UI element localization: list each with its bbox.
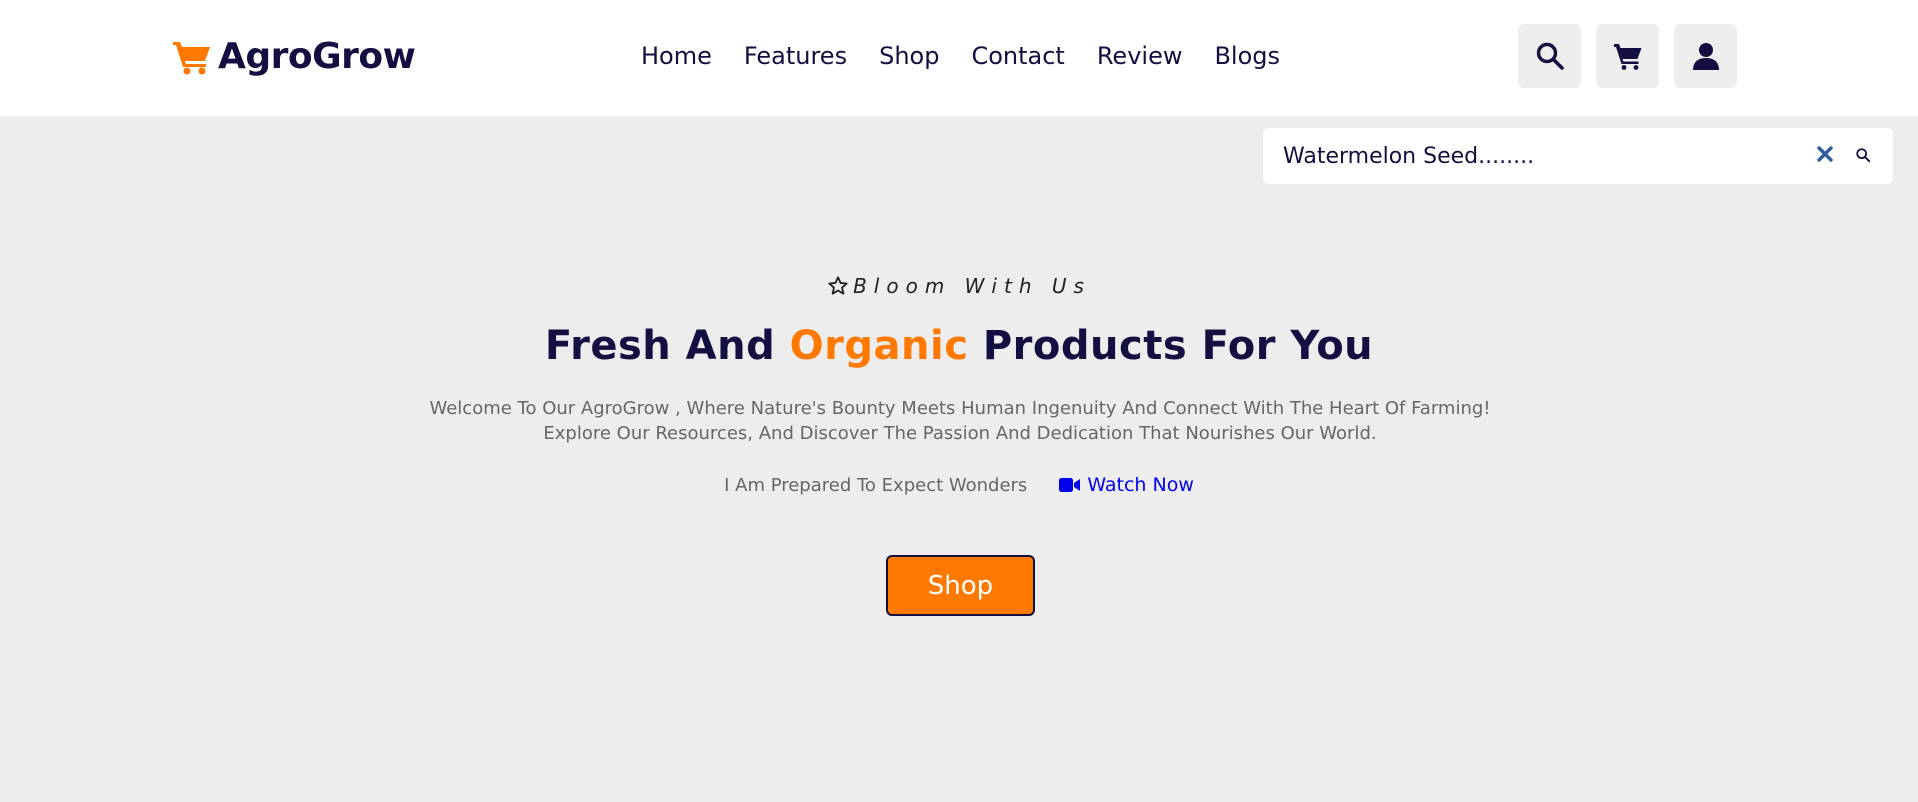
- clear-search-icon[interactable]: [1815, 144, 1839, 168]
- search-icon: [1536, 42, 1564, 70]
- search-input[interactable]: [1283, 143, 1815, 169]
- search-button[interactable]: [1518, 24, 1581, 88]
- shop-button[interactable]: Shop: [886, 555, 1035, 616]
- hero-description: Welcome To Our AgroGrow , Where Nature's…: [429, 398, 1491, 444]
- cta-row: I Am Prepared To Expect Wonders Watch No…: [0, 474, 1918, 496]
- headline-text-post: Products For You: [968, 323, 1374, 369]
- brand-name: AgroGrow: [218, 36, 416, 77]
- header-icons: [1518, 24, 1737, 88]
- headline-accent: Organic: [789, 323, 969, 369]
- brand-logo[interactable]: AgroGrow: [172, 36, 416, 77]
- watch-now-link[interactable]: Watch Now: [1059, 474, 1194, 496]
- search-submit-icon[interactable]: [1855, 147, 1873, 165]
- nav-shop[interactable]: Shop: [879, 42, 939, 70]
- cta-text: I Am Prepared To Expect Wonders: [724, 474, 1028, 496]
- main-nav: Home Features Shop Contact Review Blogs: [641, 42, 1280, 70]
- nav-contact[interactable]: Contact: [971, 42, 1064, 70]
- tagline-text: Bloom With Us: [853, 274, 1091, 298]
- user-icon: [1692, 43, 1719, 70]
- search-bar: [1263, 128, 1893, 184]
- nav-review[interactable]: Review: [1097, 42, 1183, 70]
- nav-home[interactable]: Home: [641, 42, 712, 70]
- nav-blogs[interactable]: Blogs: [1214, 42, 1280, 70]
- tagline: Bloom With Us: [0, 274, 1918, 298]
- cart-logo-icon: [173, 41, 210, 74]
- star-icon: [828, 276, 848, 295]
- user-button[interactable]: [1674, 24, 1737, 88]
- site-header: AgroGrow Home Features Shop Contact Revi…: [0, 0, 1918, 116]
- nav-features[interactable]: Features: [744, 42, 847, 70]
- headline-text-pre: Fresh And: [544, 323, 790, 369]
- hero-headline: Fresh And Organic Products For You: [0, 323, 1918, 369]
- cart-button[interactable]: [1596, 24, 1659, 88]
- cart-icon: [1613, 44, 1641, 70]
- video-camera-icon: [1059, 478, 1081, 492]
- watch-now-label: Watch Now: [1087, 474, 1194, 496]
